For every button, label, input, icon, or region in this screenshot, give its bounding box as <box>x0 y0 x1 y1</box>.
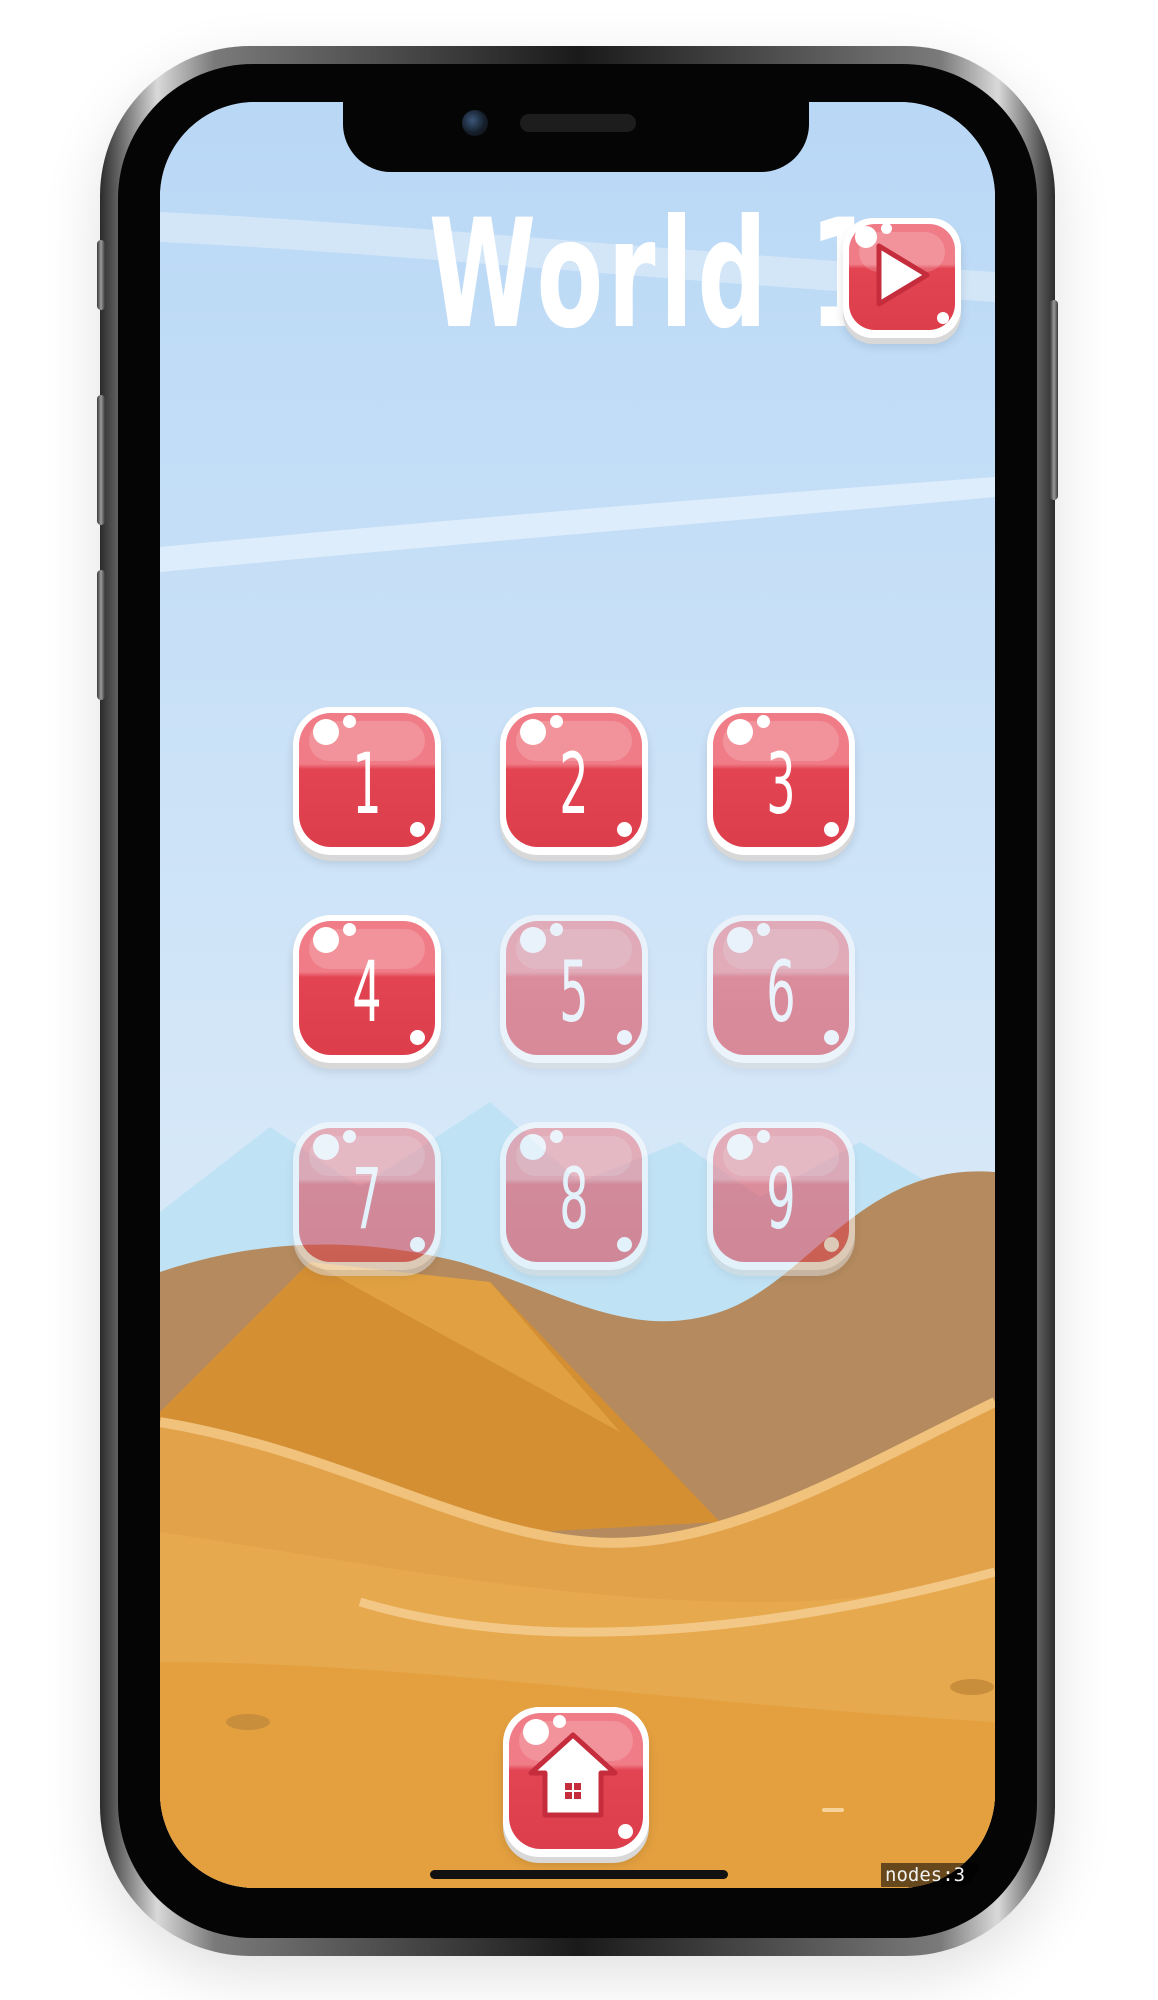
level-number: 6 <box>766 943 796 1041</box>
gloss-dot <box>343 715 356 728</box>
gloss-dot <box>617 822 632 837</box>
level-number: 9 <box>766 1150 796 1248</box>
gloss-dot <box>410 1237 425 1252</box>
level-button-2[interactable]: 2 <box>500 707 648 855</box>
gloss-dot <box>618 1824 633 1839</box>
home-button[interactable] <box>503 1707 649 1857</box>
gloss-dot <box>550 715 563 728</box>
world-title: World 1 <box>428 188 882 362</box>
gloss-dot <box>410 822 425 837</box>
home-icon <box>528 1732 618 1818</box>
volume-down-button <box>97 570 105 700</box>
gloss-dot <box>824 1237 839 1252</box>
gloss-dot <box>343 1130 356 1143</box>
level-button-9[interactable]: 9 <box>707 1122 855 1270</box>
level-button-7[interactable]: 7 <box>293 1122 441 1270</box>
front-camera <box>462 110 488 136</box>
gloss-dot <box>824 1030 839 1045</box>
earpiece-speaker <box>520 114 636 132</box>
gloss-dot <box>550 923 563 936</box>
level-number: 2 <box>559 735 589 833</box>
gloss-dot <box>757 1130 770 1143</box>
gloss-dot <box>824 822 839 837</box>
level-number: 5 <box>559 943 589 1041</box>
gloss-dot <box>617 1237 632 1252</box>
level-button-6[interactable]: 6 <box>707 915 855 1063</box>
gloss-dot <box>617 1030 632 1045</box>
level-number: 7 <box>352 1150 382 1248</box>
debug-node-count: nodes:3 <box>881 1863 979 1887</box>
level-number: 3 <box>766 735 796 833</box>
gloss-dot <box>343 923 356 936</box>
level-button-4[interactable]: 4 <box>293 915 441 1063</box>
play-icon <box>876 243 930 307</box>
gloss-dot <box>410 1030 425 1045</box>
display-notch <box>343 102 809 172</box>
gloss-dot <box>550 1130 563 1143</box>
gloss-dot <box>757 923 770 936</box>
level-number: 4 <box>352 943 382 1041</box>
gloss-dot <box>937 312 949 324</box>
level-button-8[interactable]: 8 <box>500 1122 648 1270</box>
home-indicator-bar[interactable] <box>430 1870 728 1879</box>
gloss-dot <box>881 223 892 234</box>
gloss-dot <box>757 715 770 728</box>
power-button <box>1050 300 1058 500</box>
level-number: 8 <box>559 1150 589 1248</box>
mute-switch <box>97 240 105 310</box>
level-button-1[interactable]: 1 <box>293 707 441 855</box>
level-button-5[interactable]: 5 <box>500 915 648 1063</box>
volume-up-button <box>97 395 105 525</box>
next-world-button[interactable] <box>843 218 961 338</box>
level-number: 1 <box>352 735 382 833</box>
level-button-3[interactable]: 3 <box>707 707 855 855</box>
